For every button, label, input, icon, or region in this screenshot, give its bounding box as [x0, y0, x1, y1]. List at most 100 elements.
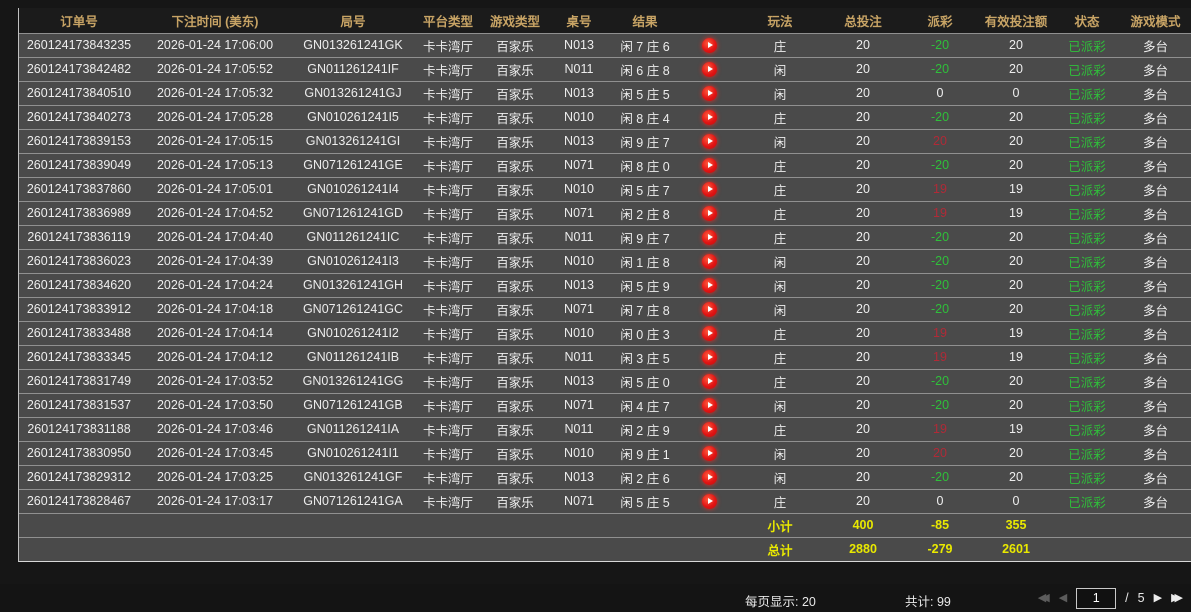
cell-mode: 多台: [1119, 344, 1191, 369]
cell-payout: 19: [903, 416, 977, 441]
next-page-icon[interactable]: ▶: [1154, 592, 1162, 604]
header-row: 订单号 下注时间 (美东) 局号 平台类型 游戏类型 桌号 结果 玩法 总投注 派彩 有效投注额 状态…: [19, 8, 1191, 33]
cell-platform: 卡卡湾厅: [415, 416, 481, 441]
cell-result: 闲 9 庄 7: [609, 224, 681, 249]
cell-game-no: GN011261241IB: [291, 344, 415, 369]
replay-icon[interactable]: [701, 493, 717, 509]
cell-game-no: GN010261241I1: [291, 440, 415, 465]
cell-replay: [681, 128, 737, 153]
cell-bet-time: 2026-01-24 17:03:46: [139, 416, 291, 441]
replay-icon[interactable]: [701, 469, 717, 485]
replay-icon[interactable]: [701, 373, 717, 389]
cell-game-type: 百家乐: [481, 344, 549, 369]
play-triangle: [707, 42, 713, 49]
play-triangle: [707, 354, 713, 361]
cell-bet-time: 2026-01-24 17:05:15: [139, 128, 291, 153]
cell-result: 闲 1 庄 8: [609, 248, 681, 273]
cell-valid-bet: 19: [977, 320, 1055, 345]
table-row: 260124173831537 2026-01-24 17:03:50 GN0712…: [19, 392, 1191, 417]
play-triangle: [707, 186, 713, 193]
cell-mode: 多台: [1119, 368, 1191, 393]
table-row: 260124173836023 2026-01-24 17:04:39 GN0102…: [19, 248, 1191, 273]
cell-replay: [681, 296, 737, 321]
cell-status: 已派彩: [1055, 152, 1119, 177]
cell-mode: 多台: [1119, 176, 1191, 201]
prev-page-icon[interactable]: ◀: [1059, 592, 1067, 604]
pagination-bar: 每页显示: 20 共计: 99 ◀◀ ◀ / 5 ▶ ▶▶: [0, 584, 1191, 612]
subtotal-spacer-end: [1055, 512, 1191, 537]
cell-mode: 多台: [1119, 32, 1191, 57]
cell-play: 闲: [737, 272, 823, 297]
cell-valid-bet: 20: [977, 272, 1055, 297]
replay-icon[interactable]: [701, 277, 717, 293]
cell-game-no: GN071261241GC: [291, 296, 415, 321]
cell-valid-bet: 20: [977, 224, 1055, 249]
cell-status: 已派彩: [1055, 32, 1119, 57]
cell-play: 闲: [737, 56, 823, 81]
replay-icon[interactable]: [701, 349, 717, 365]
col-header-9: 总投注: [823, 8, 903, 33]
cell-mode: 多台: [1119, 56, 1191, 81]
replay-icon[interactable]: [701, 445, 717, 461]
page-input[interactable]: [1076, 587, 1117, 609]
cell-play: 庄: [737, 344, 823, 369]
cell-status: 已派彩: [1055, 440, 1119, 465]
col-header-1: 下注时间 (美东): [139, 8, 291, 33]
cell-order-no: 260124173836119: [19, 224, 139, 249]
first-page-icon[interactable]: ◀◀: [1038, 592, 1050, 604]
cell-play: 闲: [737, 296, 823, 321]
cell-mode: 多台: [1119, 104, 1191, 129]
cell-total-bet: 20: [823, 128, 903, 153]
replay-icon[interactable]: [701, 157, 717, 173]
cell-replay: [681, 200, 737, 225]
replay-icon[interactable]: [701, 85, 717, 101]
play-triangle: [707, 450, 713, 457]
play-triangle: [707, 210, 713, 217]
cell-game-type: 百家乐: [481, 440, 549, 465]
play-triangle: [707, 426, 713, 433]
play-triangle: [707, 66, 713, 73]
cell-platform: 卡卡湾厅: [415, 296, 481, 321]
cell-game-type: 百家乐: [481, 296, 549, 321]
replay-icon[interactable]: [701, 109, 717, 125]
last-page-icon[interactable]: ▶▶: [1171, 592, 1183, 604]
replay-icon[interactable]: [701, 397, 717, 413]
cell-result: 闲 2 庄 9: [609, 416, 681, 441]
cell-replay: [681, 104, 737, 129]
cell-order-no: 260124173834620: [19, 272, 139, 297]
cell-result: 闲 5 庄 5: [609, 80, 681, 105]
replay-icon[interactable]: [701, 253, 717, 269]
cell-play: 庄: [737, 152, 823, 177]
cell-game-no: GN071261241GE: [291, 152, 415, 177]
play-triangle: [707, 282, 713, 289]
replay-icon[interactable]: [701, 61, 717, 77]
replay-icon[interactable]: [701, 205, 717, 221]
replay-icon[interactable]: [701, 37, 717, 53]
cell-valid-bet: 19: [977, 200, 1055, 225]
cell-mode: 多台: [1119, 464, 1191, 489]
replay-icon[interactable]: [701, 181, 717, 197]
cell-platform: 卡卡湾厅: [415, 320, 481, 345]
replay-icon[interactable]: [701, 133, 717, 149]
cell-valid-bet: 20: [977, 128, 1055, 153]
cell-total-bet: 20: [823, 248, 903, 273]
cell-table-no: N011: [549, 416, 609, 441]
cell-payout: -20: [903, 464, 977, 489]
replay-icon[interactable]: [701, 229, 717, 245]
cell-replay: [681, 152, 737, 177]
cell-game-type: 百家乐: [481, 368, 549, 393]
cell-payout: 20: [903, 440, 977, 465]
cell-bet-time: 2026-01-24 17:04:40: [139, 224, 291, 249]
cell-status: 已派彩: [1055, 368, 1119, 393]
replay-icon[interactable]: [701, 301, 717, 317]
cell-result: 闲 7 庄 8: [609, 296, 681, 321]
replay-icon[interactable]: [701, 421, 717, 437]
cell-status: 已派彩: [1055, 416, 1119, 441]
replay-icon[interactable]: [701, 325, 717, 341]
cell-play: 庄: [737, 368, 823, 393]
cell-order-no: 260124173830950: [19, 440, 139, 465]
cell-payout: -20: [903, 56, 977, 81]
cell-total-bet: 20: [823, 32, 903, 57]
grand-total-row: 总计 2880 -279 2601: [19, 536, 1191, 561]
cell-table-no: N010: [549, 320, 609, 345]
